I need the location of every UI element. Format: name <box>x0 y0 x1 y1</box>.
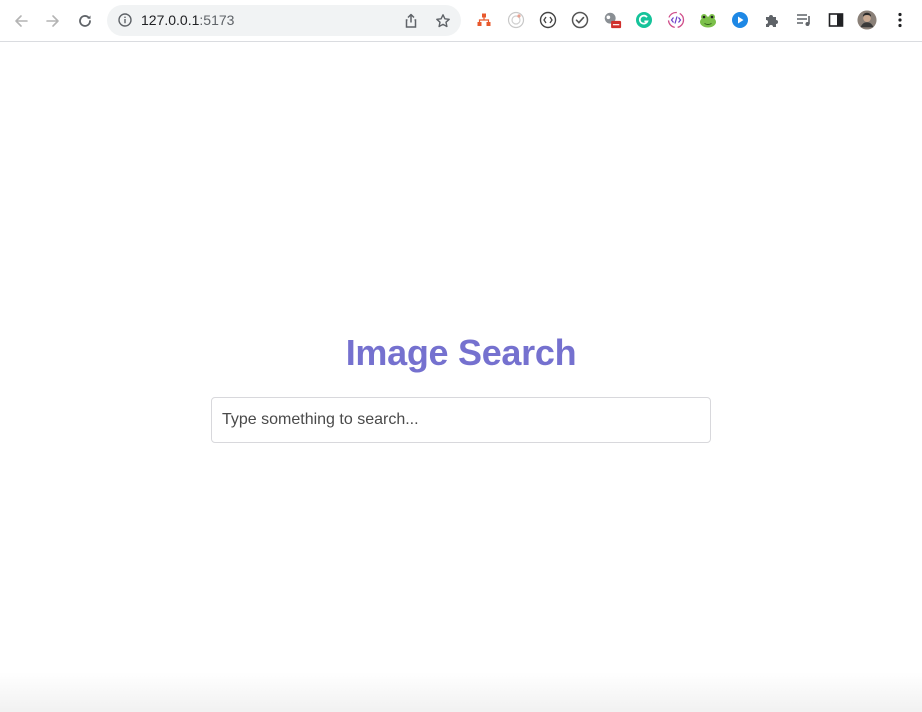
target-icon[interactable] <box>506 10 526 30</box>
side-panel-icon[interactable] <box>826 10 846 30</box>
arrow-right-icon <box>46 15 59 27</box>
page-content: Image Search <box>0 42 922 712</box>
play-circle-icon[interactable] <box>730 10 750 30</box>
back-button[interactable] <box>9 9 33 33</box>
cloud-badge-icon[interactable] <box>602 10 622 30</box>
avatar[interactable] <box>857 10 877 30</box>
share-icon[interactable] <box>402 12 420 30</box>
reload-icon <box>79 15 91 27</box>
address-bar[interactable]: 127.0.0.1:5173 <box>107 5 461 36</box>
check-circle-icon[interactable] <box>570 10 590 30</box>
url-text[interactable]: 127.0.0.1:5173 <box>141 12 234 28</box>
grammarly-icon[interactable] <box>634 10 654 30</box>
code-circle-icon[interactable] <box>538 10 558 30</box>
page-title: Image Search <box>345 332 577 373</box>
playlist-icon[interactable] <box>794 10 814 30</box>
reload-button[interactable] <box>73 9 97 33</box>
sitemap-icon[interactable] <box>474 10 494 30</box>
forward-button[interactable] <box>41 9 65 33</box>
frog-icon[interactable] <box>698 10 718 30</box>
search-input[interactable] <box>211 397 711 443</box>
bookmark-star-icon[interactable] <box>434 12 452 30</box>
browser-toolbar: 127.0.0.1:5173 <box>0 0 922 42</box>
code-tag-icon[interactable] <box>666 10 686 30</box>
page-bottom-shadow <box>0 672 922 712</box>
info-icon[interactable] <box>117 12 133 28</box>
arrow-left-icon <box>15 15 28 27</box>
puzzle-icon[interactable] <box>762 10 782 30</box>
more-vert-icon[interactable] <box>890 10 910 30</box>
